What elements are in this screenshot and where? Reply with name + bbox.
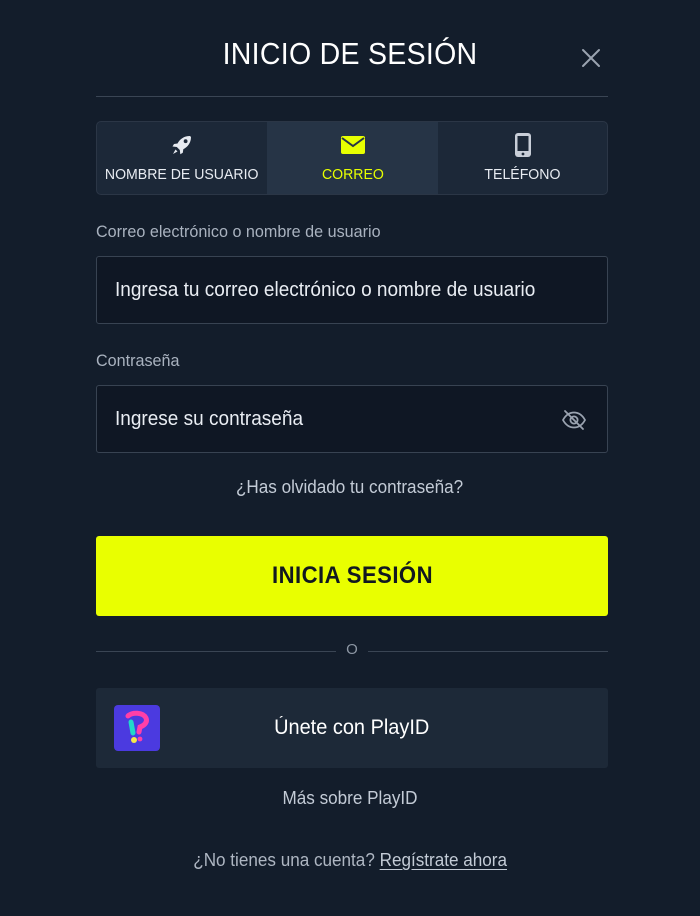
close-icon xyxy=(582,49,600,67)
signup-link[interactable]: Regístrate ahora xyxy=(379,850,506,870)
playid-logo-icon xyxy=(114,705,160,751)
close-button[interactable] xyxy=(578,45,604,71)
email-field-label: Correo electrónico o nombre de usuario xyxy=(96,222,381,241)
forgot-password-link[interactable]: ¿Has olvidado tu contraseña? xyxy=(0,477,700,498)
eye-slash-icon[interactable] xyxy=(561,408,587,432)
password-field-label: Contraseña xyxy=(96,351,180,370)
header-divider xyxy=(96,96,608,97)
forgot-password-link-text: ¿Has olvidado tu contraseña? xyxy=(236,477,464,497)
tab-username[interactable]: NOMBRE DE USUARIO xyxy=(97,122,267,194)
password-field-placeholder: Ingrese su contraseña xyxy=(115,407,304,430)
login-button-label: INICIA SESIÓN xyxy=(271,562,433,589)
playid-join-button[interactable]: Únete con PlayID xyxy=(96,688,608,768)
or-divider-text: O xyxy=(346,641,358,658)
login-method-tabs: NOMBRE DE USUARIO CORREO TELÉFONO xyxy=(96,121,608,195)
playid-info-link-text: Más sobre PlayID xyxy=(282,788,418,808)
password-field[interactable]: Ingrese su contraseña xyxy=(96,385,608,453)
email-field-placeholder: Ingresa tu correo electrónico o nombre d… xyxy=(115,278,536,301)
phone-icon xyxy=(508,132,538,158)
tab-email-label: CORREO xyxy=(321,166,384,183)
email-field[interactable]: Ingresa tu correo electrónico o nombre d… xyxy=(96,256,608,324)
tab-phone-label: TELÉFONO xyxy=(484,166,561,183)
tab-phone[interactable]: TELÉFONO xyxy=(438,122,607,194)
page-title: INICIO DE SESIÓN xyxy=(222,36,478,71)
or-divider: O xyxy=(96,641,608,663)
playid-info-link[interactable]: Más sobre PlayID xyxy=(0,788,700,809)
tab-username-label: NOMBRE DE USUARIO xyxy=(105,166,259,183)
login-button[interactable]: INICIA SESIÓN xyxy=(96,536,608,616)
tab-email[interactable]: CORREO xyxy=(267,122,438,194)
signup-row: ¿No tienes una cuenta? Regístrate ahora xyxy=(0,850,700,871)
signup-prompt: ¿No tienes una cuenta? xyxy=(193,850,375,870)
or-divider-line-right xyxy=(368,651,608,652)
rocket-icon xyxy=(167,132,197,158)
envelope-icon xyxy=(338,132,368,158)
login-modal: INICIO DE SESIÓN NOMBRE DE USUARIO CORRE… xyxy=(0,0,700,916)
playid-join-label: Únete con PlayID xyxy=(274,716,430,739)
